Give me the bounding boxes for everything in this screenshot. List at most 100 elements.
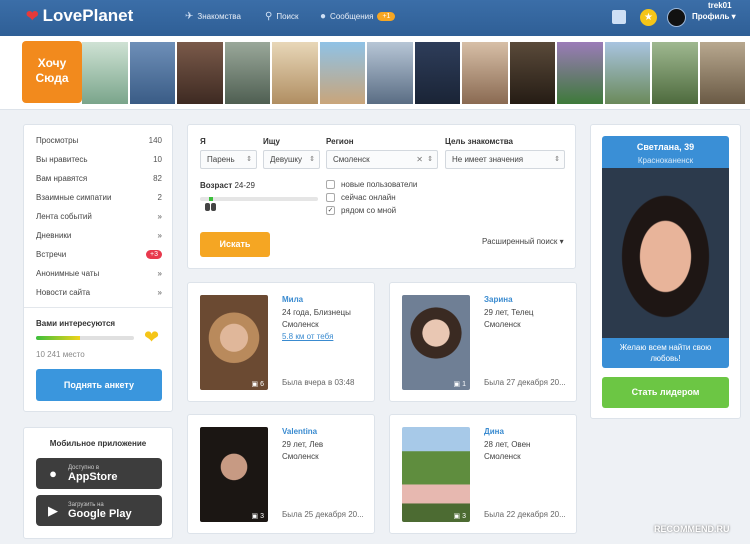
i-select[interactable]: Парень ⇕: [200, 150, 257, 169]
nav-search-label: Поиск: [276, 12, 299, 21]
menu-item-news[interactable]: Новости сайта »: [36, 283, 162, 302]
strip-thumb[interactable]: [224, 42, 270, 104]
nav-search[interactable]: ⚲ Поиск: [265, 11, 299, 22]
profile-card[interactable]: ▣ 6 Мила 24 года, Близнецы Смоленск 5.8 …: [187, 282, 375, 402]
leader-card[interactable]: Светлана, 39 Красноканенск Желаю всем на…: [602, 136, 729, 368]
messages-badge: +1: [377, 12, 396, 21]
seek-select[interactable]: Девушку ⇕: [263, 150, 320, 169]
profile-name[interactable]: Мила: [282, 295, 303, 304]
menu-label: Вам нравятся: [36, 174, 88, 183]
goal-label: Цель знакомства: [445, 137, 513, 146]
profile-card[interactable]: ▣ 3 Valentina 29 лет, Лев Смоленск Была …: [187, 414, 375, 534]
wallet-icon[interactable]: [612, 10, 626, 24]
menu-item-you-liked[interactable]: Вы нравитесь 10: [36, 150, 162, 169]
profile-photo[interactable]: ▣ 6: [200, 295, 268, 390]
profile-age-sign: 29 лет, Лев: [282, 440, 324, 449]
menu-item-meetings[interactable]: Встречи +3: [36, 245, 162, 264]
advanced-search-link[interactable]: Расширенный поиск ▾: [482, 237, 564, 246]
nav-dating-label: Знакомства: [197, 12, 241, 21]
age-label: Возраст 24-29: [200, 181, 255, 190]
region-label: Регион: [326, 137, 354, 146]
heart-icon: ❤: [144, 327, 160, 347]
profile-last-seen: Была 25 декабря 20...: [282, 510, 364, 519]
menu-label: Просмотры: [36, 136, 79, 145]
strip-thumb[interactable]: [177, 42, 223, 104]
checkbox-label: рядом со мной: [341, 206, 397, 215]
age-value: 24-29: [234, 181, 255, 190]
menu-item-views[interactable]: Просмотры 140: [36, 131, 162, 150]
meetings-badge: +3: [146, 250, 162, 259]
profile-card[interactable]: ▣ 1 Зарина 29 лет, Телец Смоленск Была 2…: [389, 282, 577, 402]
strip-thumb[interactable]: [414, 42, 460, 104]
star-icon[interactable]: ★: [640, 9, 657, 26]
profile-name[interactable]: Зарина: [484, 295, 513, 304]
strip-thumb[interactable]: [604, 42, 650, 104]
profile-menu[interactable]: Профиль ▾: [692, 12, 736, 21]
appstore-button[interactable]: ● Доступно в AppStore: [36, 458, 162, 489]
logo-text: LovePlanet: [42, 6, 134, 25]
menu-item-diaries[interactable]: Дневники »: [36, 226, 162, 245]
chevron-updown-icon: ⇕: [554, 156, 560, 163]
rating-place: 10 241 место: [36, 350, 85, 359]
menu-item-feed[interactable]: Лента событий »: [36, 207, 162, 226]
checkbox-new-users[interactable]: новые пользователи: [326, 180, 417, 189]
rating-progress: [36, 336, 134, 340]
profile-card[interactable]: ▣ 3 Дина 28 лет, Овен Смоленск Была 22 д…: [389, 414, 577, 534]
age-min-handle[interactable]: [205, 203, 210, 211]
avatar[interactable]: [667, 8, 686, 27]
profile-photo[interactable]: ▣ 1: [402, 295, 470, 390]
checkbox[interactable]: [326, 180, 335, 189]
strip-thumb[interactable]: [272, 42, 318, 104]
menu-label: Встречи: [36, 250, 67, 259]
checkbox-label: сейчас онлайн: [341, 193, 396, 202]
checkbox-online[interactable]: сейчас онлайн: [326, 193, 396, 202]
photo-count: ▣ 3: [251, 513, 264, 520]
menu-item-you-like[interactable]: Вам нравятся 82: [36, 169, 162, 188]
photo-count-value: 1: [462, 381, 466, 388]
profile-photo[interactable]: ▣ 3: [402, 427, 470, 522]
menu-label: Вы нравитесь: [36, 155, 88, 164]
strip-thumb[interactable]: [129, 42, 175, 104]
seek-label: Ищу: [263, 137, 280, 146]
profile-name[interactable]: Valentina: [282, 427, 317, 436]
profile-photo[interactable]: ▣ 3: [200, 427, 268, 522]
checkbox[interactable]: [326, 193, 335, 202]
mobile-title: Мобильное приложение: [49, 439, 147, 448]
profile-distance[interactable]: 5.8 км от тебя: [282, 332, 333, 341]
boost-profile-button[interactable]: Поднять анкету: [36, 369, 162, 401]
leader-photo[interactable]: [602, 168, 729, 338]
nav-messages[interactable]: ● Сообщения +1: [320, 11, 396, 22]
menu-item-anon-chats[interactable]: Анонимные чаты »: [36, 264, 162, 283]
chevron-updown-icon: ⇕: [246, 156, 252, 163]
menu-item-mutual[interactable]: Взаимные симпатии 2: [36, 188, 162, 207]
logo[interactable]: ❤ LovePlanet: [26, 6, 133, 26]
strip-thumb[interactable]: [699, 42, 745, 104]
profile-name[interactable]: Дина: [484, 427, 504, 436]
strip-thumb[interactable]: [367, 42, 413, 104]
region-select[interactable]: Смоленск ✕ ⇕: [326, 150, 438, 169]
strip-thumb[interactable]: [557, 42, 603, 104]
become-leader-button[interactable]: Стать лидером: [602, 377, 729, 408]
gplay-big: Google Play: [68, 507, 132, 520]
want-here-button[interactable]: Хочу Сюда: [22, 41, 82, 103]
clear-icon[interactable]: ✕: [416, 151, 423, 168]
strip-thumb[interactable]: [509, 42, 555, 104]
chat-icon: ●: [320, 11, 327, 22]
checkbox-checked[interactable]: ✓: [326, 206, 335, 215]
age-slider[interactable]: [200, 197, 318, 201]
strip-thumb[interactable]: [652, 42, 698, 104]
menu-count: 2: [157, 193, 162, 202]
search-button[interactable]: Искать: [200, 232, 270, 257]
nav-dating[interactable]: ✈ Знакомства: [185, 11, 241, 22]
strip-thumb[interactable]: [462, 42, 508, 104]
photo-count: ▣ 3: [453, 513, 466, 520]
google-play-button[interactable]: ▶ Загрузить на Google Play: [36, 495, 162, 526]
profile-age-sign: 24 года, Близнецы: [282, 308, 351, 317]
strip-thumb[interactable]: [82, 42, 128, 104]
menu-label: Дневники: [36, 231, 72, 240]
age-max-handle[interactable]: [211, 203, 216, 211]
checkbox-nearby[interactable]: ✓ рядом со мной: [326, 206, 396, 215]
menu-label: Анонимные чаты: [36, 269, 100, 278]
goal-select[interactable]: Не имеет значения ⇕: [445, 150, 565, 169]
strip-thumb[interactable]: [319, 42, 365, 104]
